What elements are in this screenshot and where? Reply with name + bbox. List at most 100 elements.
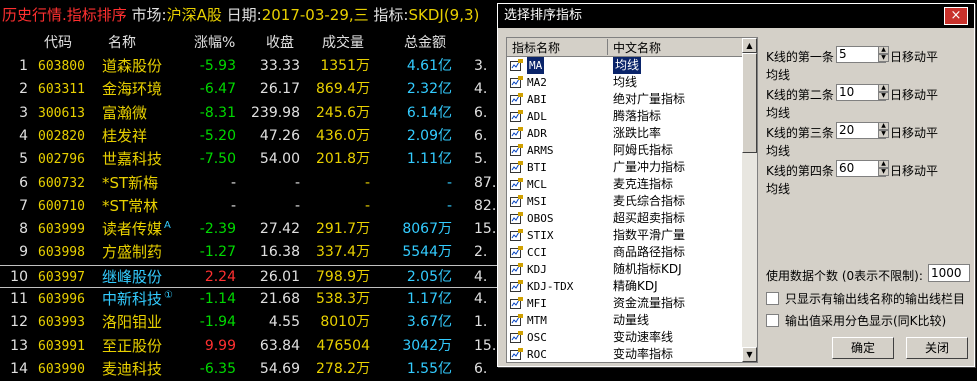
table-row[interactable]: 10 603997 继峰股份 2.24 26.01 798.9万 2.05亿 4. <box>0 264 500 288</box>
indicator-item[interactable]: OSC 变动速率线 <box>507 329 743 346</box>
indicator-item[interactable]: KDJ-TDX 精确KDJ <box>507 278 743 295</box>
header-name[interactable]: 名称 <box>108 32 136 52</box>
table-row[interactable]: 3 300613 富瀚微 -8.31 239.98 245.6万 6.14亿 6. <box>0 102 500 125</box>
spin-up-icon[interactable]: ▲ <box>878 122 889 130</box>
indicator-item[interactable]: MA2 均线 <box>507 74 743 91</box>
indicator-item[interactable]: ARMS 阿姆氏指标 <box>507 142 743 159</box>
header-amount[interactable]: 总金额 <box>404 32 446 52</box>
row-index: 10 <box>10 268 28 285</box>
indicator-code: ARMS <box>527 144 554 157</box>
header-code[interactable]: 代码 <box>44 32 72 52</box>
stock-name: 桂发祥 <box>102 126 148 145</box>
indicator-item[interactable]: MCL 麦克连指标 <box>507 176 743 193</box>
table-row[interactable]: 2 603311 金海环境 -6.47 26.17 869.4万 2.32亿 4. <box>0 78 500 101</box>
change-pct: -6.35 <box>199 360 236 377</box>
indicator-item[interactable]: STIX 指数平滑广量 <box>507 227 743 244</box>
spinner-arrows[interactable]: ▲ ▼ <box>878 160 889 177</box>
listbox-header-cn[interactable]: 中文名称 <box>613 39 661 56</box>
close-price: 47.26 <box>259 127 300 144</box>
table-row[interactable]: 8 603999 读者传媒 A -2.39 27.42 291.7万 8067万 15. <box>0 218 500 241</box>
indicator-item[interactable]: ADR 涨跌比率 <box>507 125 743 142</box>
spinner-arrows[interactable]: ▲ ▼ <box>878 84 889 101</box>
spinner-arrows[interactable]: ▲ ▼ <box>878 46 889 63</box>
indicator-icon <box>510 178 523 190</box>
ok-button[interactable]: 确定 <box>832 337 894 359</box>
spin-up-icon[interactable]: ▲ <box>878 160 889 168</box>
spin-up-icon[interactable]: ▲ <box>878 84 889 92</box>
row-index: 6 <box>19 174 28 191</box>
indicator-item[interactable]: ABI 绝对广量指标 <box>507 91 743 108</box>
next-column-value: 87. <box>474 174 497 191</box>
spin-down-icon[interactable]: ▼ <box>878 130 889 138</box>
close-button[interactable]: 关闭 <box>906 337 968 359</box>
table-row[interactable]: 11 603996 中新科技 ① -1.14 21.68 538.3万 1.17亿 4. <box>0 288 500 311</box>
indicator-chinese-name: 资金流量指标 <box>613 296 686 310</box>
indicator-item[interactable]: KDJ 随机指标KDJ <box>507 261 743 278</box>
spin-down-icon[interactable]: ▼ <box>878 168 889 176</box>
indicator-code: OBOS <box>527 212 554 225</box>
close-icon[interactable]: × <box>944 7 968 25</box>
spin-down-icon[interactable]: ▼ <box>878 54 889 62</box>
spin-down-icon[interactable]: ▼ <box>878 92 889 100</box>
data-count-input[interactable]: 1000 <box>928 264 970 282</box>
indicator-item[interactable]: MSI 麦氏综合指标 <box>507 193 743 210</box>
amount: 1.55亿 <box>406 360 452 377</box>
stock-code: 002796 <box>38 152 85 168</box>
next-column-value: 15. <box>474 337 497 354</box>
scroll-thumb[interactable] <box>742 53 757 153</box>
indicator-code: ABI <box>527 93 547 106</box>
table-header: 代码 名称 涨幅% 收盘 成交量 总金额 <box>0 32 500 54</box>
output-name-checkbox[interactable]: 只显示有输出线名称的输出线栏目 <box>766 290 965 307</box>
checkbox-box[interactable] <box>766 292 779 305</box>
header-volume[interactable]: 成交量 <box>322 32 364 52</box>
checkbox-label: 输出值采用分色显示(同K比较) <box>785 314 947 328</box>
stock-code: 603311 <box>38 82 85 98</box>
indicator-item[interactable]: ADL 腾落指标 <box>507 108 743 125</box>
table-row[interactable]: 6 600732 *ST新梅 - - - - 87. <box>0 172 500 195</box>
indicator-item[interactable]: OBOS 超买超卖指标 <box>507 210 743 227</box>
spin-up-icon[interactable]: ▲ <box>878 46 889 54</box>
stock-name: 道森股份 <box>102 57 163 75</box>
volume: 201.8万 <box>316 151 371 168</box>
listbox-scrollbar[interactable]: ▲ ▼ <box>742 38 757 362</box>
indicator-icon <box>510 246 523 258</box>
table-row[interactable]: 13 603991 至正股份 9.99 63.84 476504 3042万 15. <box>0 335 500 358</box>
table-row[interactable]: 12 603993 洛阳钼业 -1.94 4.55 8010万 3.67亿 1. <box>0 311 500 334</box>
stock-mark-icon: ① <box>164 290 173 301</box>
change-pct: -1.94 <box>199 314 236 331</box>
indicator-item[interactable]: MFI 资金流量指标 <box>507 295 743 312</box>
volume: - <box>364 174 370 191</box>
scroll-up-icon[interactable]: ▲ <box>742 38 757 53</box>
table-row[interactable]: 14 603990 麦迪科技 -6.35 54.69 278.2万 1.55亿 6. <box>0 358 500 381</box>
next-column-value: 4. <box>474 268 488 285</box>
indicator-item[interactable]: MA 均线 <box>507 57 743 74</box>
next-column-value: 3. <box>474 58 488 74</box>
table-row[interactable]: 1 603800 道森股份 -5.93 33.33 1351万 4.61亿 3. <box>0 55 500 78</box>
stock-code: 603990 <box>38 361 85 377</box>
checkbox-box[interactable] <box>766 314 779 327</box>
table-row[interactable]: 5 002796 世嘉科技 -7.50 54.00 201.8万 1.11亿 5. <box>0 148 500 171</box>
listbox-header-name[interactable]: 指标名称 <box>512 39 560 56</box>
scroll-down-icon[interactable]: ▼ <box>742 347 757 362</box>
table-row[interactable]: 7 600710 *ST常林 - - - - 82. <box>0 195 500 218</box>
row-index: 11 <box>10 291 28 307</box>
table-row[interactable]: 9 603998 方盛制药 -1.27 16.38 337.4万 5544万 2. <box>0 241 500 264</box>
color-output-checkbox[interactable]: 输出值采用分色显示(同K比较) <box>766 312 946 329</box>
indicator-item[interactable]: MTM 动量线 <box>507 312 743 329</box>
indicator-listbox[interactable]: 指标名称 中文名称 MA 均线 MA2 均线 ABI 绝对广量指标 ADL 腾落指标 ADR 涨跌… <box>506 37 758 363</box>
spinner-arrows[interactable]: ▲ ▼ <box>878 122 889 139</box>
indicator-item[interactable]: BTI 广量冲力指标 <box>507 159 743 176</box>
table-row[interactable]: 4 002820 桂发祥 -5.20 47.26 436.0万 2.09亿 6. <box>0 125 500 148</box>
header-close[interactable]: 收盘 <box>266 32 294 52</box>
stock-code: 603991 <box>38 338 85 354</box>
indicator-item[interactable]: ROC 变动率指标 <box>507 346 743 362</box>
param-suffix: 日移动平 <box>890 50 939 64</box>
indicator-item[interactable]: CCI 商品路径指标 <box>507 244 743 261</box>
amount: 1.11亿 <box>406 151 452 168</box>
amount: - <box>446 197 452 214</box>
param-suffix: 日移动平 <box>890 164 939 178</box>
header-change-pct[interactable]: 涨幅% <box>194 32 235 52</box>
amount: 2.09亿 <box>406 127 452 144</box>
next-column-value: 6. <box>474 360 488 377</box>
indicator-icon <box>510 76 523 88</box>
